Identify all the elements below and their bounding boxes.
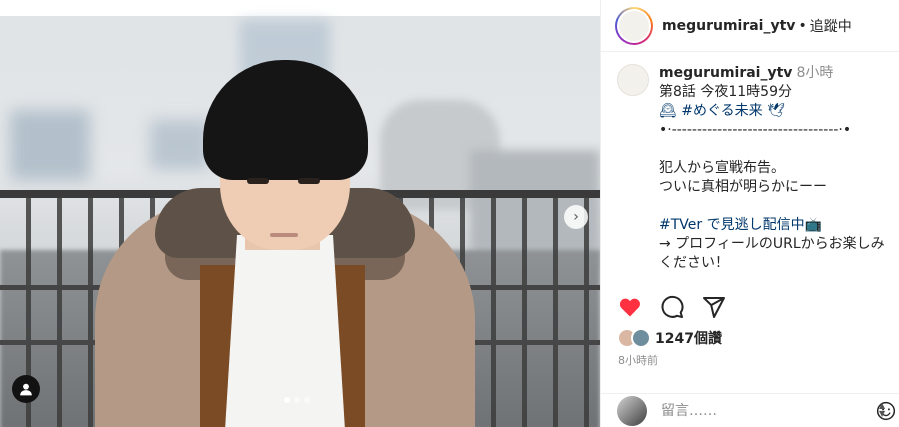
caption-line[interactable]: 🕰 #めぐる未来 🕊: [659, 103, 785, 119]
media-top-strip: [0, 0, 600, 16]
caption-line: 犯人から宣戦布告。: [659, 160, 785, 176]
avatar[interactable]: [615, 6, 653, 45]
caption-divider: •·---------------------------------·•: [659, 122, 852, 138]
comment-bar: [601, 393, 899, 427]
likes-summary[interactable]: 1247個讚: [617, 328, 722, 348]
post-header: megurumirai_ytv • 追蹤中: [601, 0, 899, 52]
post-timestamp[interactable]: 8小時前: [618, 352, 658, 368]
caption-line: ください！: [659, 255, 729, 271]
chevron-right-icon: ›: [573, 209, 579, 225]
carousel-dot: [304, 397, 310, 403]
caption-body: megurumirai_ytv 8小時 第8話 今夜11時59分 🕰 #めぐる未来…: [659, 64, 899, 273]
post-actions: [617, 294, 727, 320]
scroll-arrows-icon[interactable]: ▲ ▼: [879, 402, 885, 418]
person-photo: [95, 50, 475, 427]
header-username[interactable]: megurumirai_ytv: [662, 18, 795, 34]
like-button[interactable]: [617, 294, 643, 320]
follow-status-button[interactable]: 追蹤中: [810, 16, 852, 36]
comment-button[interactable]: [659, 294, 685, 320]
post-sidebar: megurumirai_ytv • 追蹤中 megurumirai_ytv 8小時…: [600, 0, 899, 427]
caption-line: ついに真相が明らかにーー: [659, 179, 827, 195]
share-icon: [703, 297, 725, 318]
caption-tver-line: #TVer で見逃し配信中📺: [659, 216, 899, 235]
user-icon: [20, 383, 32, 396]
current-user-avatar: [617, 395, 647, 426]
share-button[interactable]: [701, 294, 727, 320]
caption-blank: [659, 197, 899, 216]
caption-line[interactable]: #TVer で見逃し配信中📺: [659, 217, 822, 233]
likes-count[interactable]: 1247個讚: [655, 328, 722, 348]
heart-filled-icon: [619, 298, 640, 317]
comment-icon: [661, 295, 684, 318]
caption-line: → プロフィールのURLからお楽しみ: [659, 236, 885, 252]
post-caption: megurumirai_ytv 8小時 第8話 今夜11時59分 🕰 #めぐる未来…: [601, 52, 899, 280]
brand-logo-icon: [619, 10, 649, 41]
carousel-next-button[interactable]: ›: [564, 205, 588, 229]
background-building: [10, 110, 90, 180]
liker-avatar: [631, 328, 651, 348]
caption-time: 8小時: [796, 65, 834, 81]
caption-avatar[interactable]: [617, 64, 649, 96]
carousel-dot: [294, 397, 300, 403]
post-media[interactable]: ›: [0, 0, 600, 427]
caption-line: 第8話 今夜11時59分: [659, 84, 792, 100]
separator-dot: •: [798, 17, 807, 34]
carousel-indicator: [284, 397, 310, 403]
caption-blank: [659, 140, 899, 159]
caption-hashtag-line[interactable]: 🕰 #めぐる未来 🕊: [659, 102, 899, 121]
comment-input[interactable]: [661, 402, 876, 419]
carousel-dot: [284, 397, 290, 403]
tagged-users-button[interactable]: [12, 375, 40, 403]
caption-username[interactable]: megurumirai_ytv: [659, 65, 792, 81]
